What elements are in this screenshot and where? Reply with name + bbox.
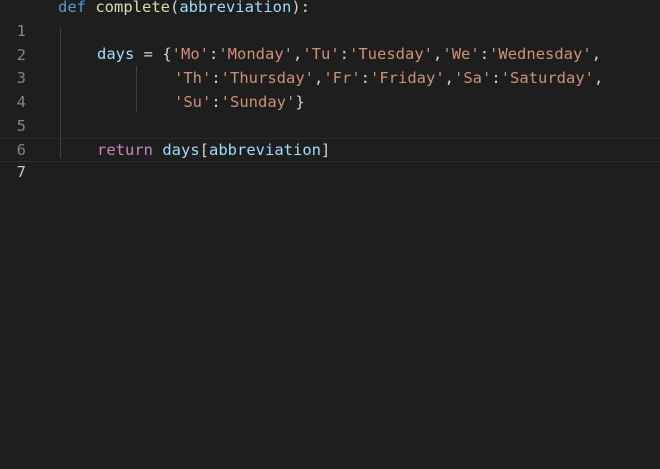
string: 'Sunday' [220, 93, 296, 111]
variable: days [97, 45, 135, 63]
punctuation: } [295, 93, 305, 111]
code-line[interactable]: 6 [0, 114, 660, 159]
line-code[interactable]: return days[abbreviation] [97, 139, 330, 161]
punctuation: ] [321, 141, 331, 159]
string: 'Fr' [323, 69, 361, 87]
keyword-return: return [97, 141, 153, 159]
code-line[interactable]: 5 'Su':'Sunday'} [0, 90, 660, 135]
punctuation: ): [291, 0, 310, 16]
string: 'Thursday' [220, 69, 314, 87]
line-number-active: 7 [16, 163, 26, 181]
punctuation: , [591, 45, 602, 63]
string: 'Mo' [171, 45, 209, 63]
string: 'Tu' [302, 45, 340, 63]
string: 'Wednesday' [489, 45, 592, 63]
operator: = [134, 45, 163, 63]
code-line[interactable]: 3 days = {'Mo':'Monday','Tu':'Tuesday','… [0, 42, 660, 87]
punctuation: : [211, 93, 221, 111]
line-code[interactable]: 'Th':'Thursday','Fr':'Friday','Sa':'Satu… [174, 66, 603, 90]
string: 'We' [442, 45, 480, 63]
punctuation: : [209, 45, 219, 63]
code-editor[interactable]: 1 def complete(abbreviation): 2 3 days =… [0, 0, 660, 469]
punctuation: : [360, 69, 371, 87]
keyword-def: def [58, 0, 86, 16]
variable: abbreviation [209, 141, 321, 159]
punctuation: : [479, 45, 490, 63]
punctuation: , [314, 69, 324, 87]
punctuation: : [339, 45, 350, 63]
punctuation: , [433, 45, 443, 63]
string: 'Friday' [370, 69, 445, 87]
code-line[interactable]: 1 def complete(abbreviation): [0, 0, 660, 40]
punctuation: : [211, 69, 221, 87]
function-name: complete [95, 0, 170, 16]
code-line-current[interactable]: 7 return days[abbreviation] [0, 138, 660, 181]
string: 'Su' [174, 93, 212, 111]
punctuation: , [293, 45, 303, 63]
line-code[interactable]: 'Su':'Sunday'} [174, 90, 305, 114]
string: 'Saturday' [500, 69, 595, 87]
punctuation: , [594, 69, 604, 87]
code-line[interactable]: 4 'Th':'Thursday','Fr':'Friday','Sa':'Sa… [0, 66, 660, 111]
line-code[interactable]: def complete(abbreviation): [58, 0, 310, 19]
punctuation: ( [170, 0, 180, 16]
string: 'Monday' [218, 45, 293, 63]
string: 'Sa' [454, 69, 492, 87]
code-line[interactable]: 2 [0, 19, 660, 64]
line-code[interactable]: days = {'Mo':'Monday','Tu':'Tuesday','We… [97, 42, 601, 66]
string: 'Tuesday' [349, 45, 434, 63]
variable: days [162, 141, 200, 159]
punctuation: [ [199, 141, 210, 159]
string: 'Th' [174, 69, 212, 87]
punctuation: , [444, 69, 455, 87]
punctuation: : [491, 69, 501, 87]
parameter: abbreviation [179, 0, 292, 16]
punctuation: { [162, 45, 172, 63]
